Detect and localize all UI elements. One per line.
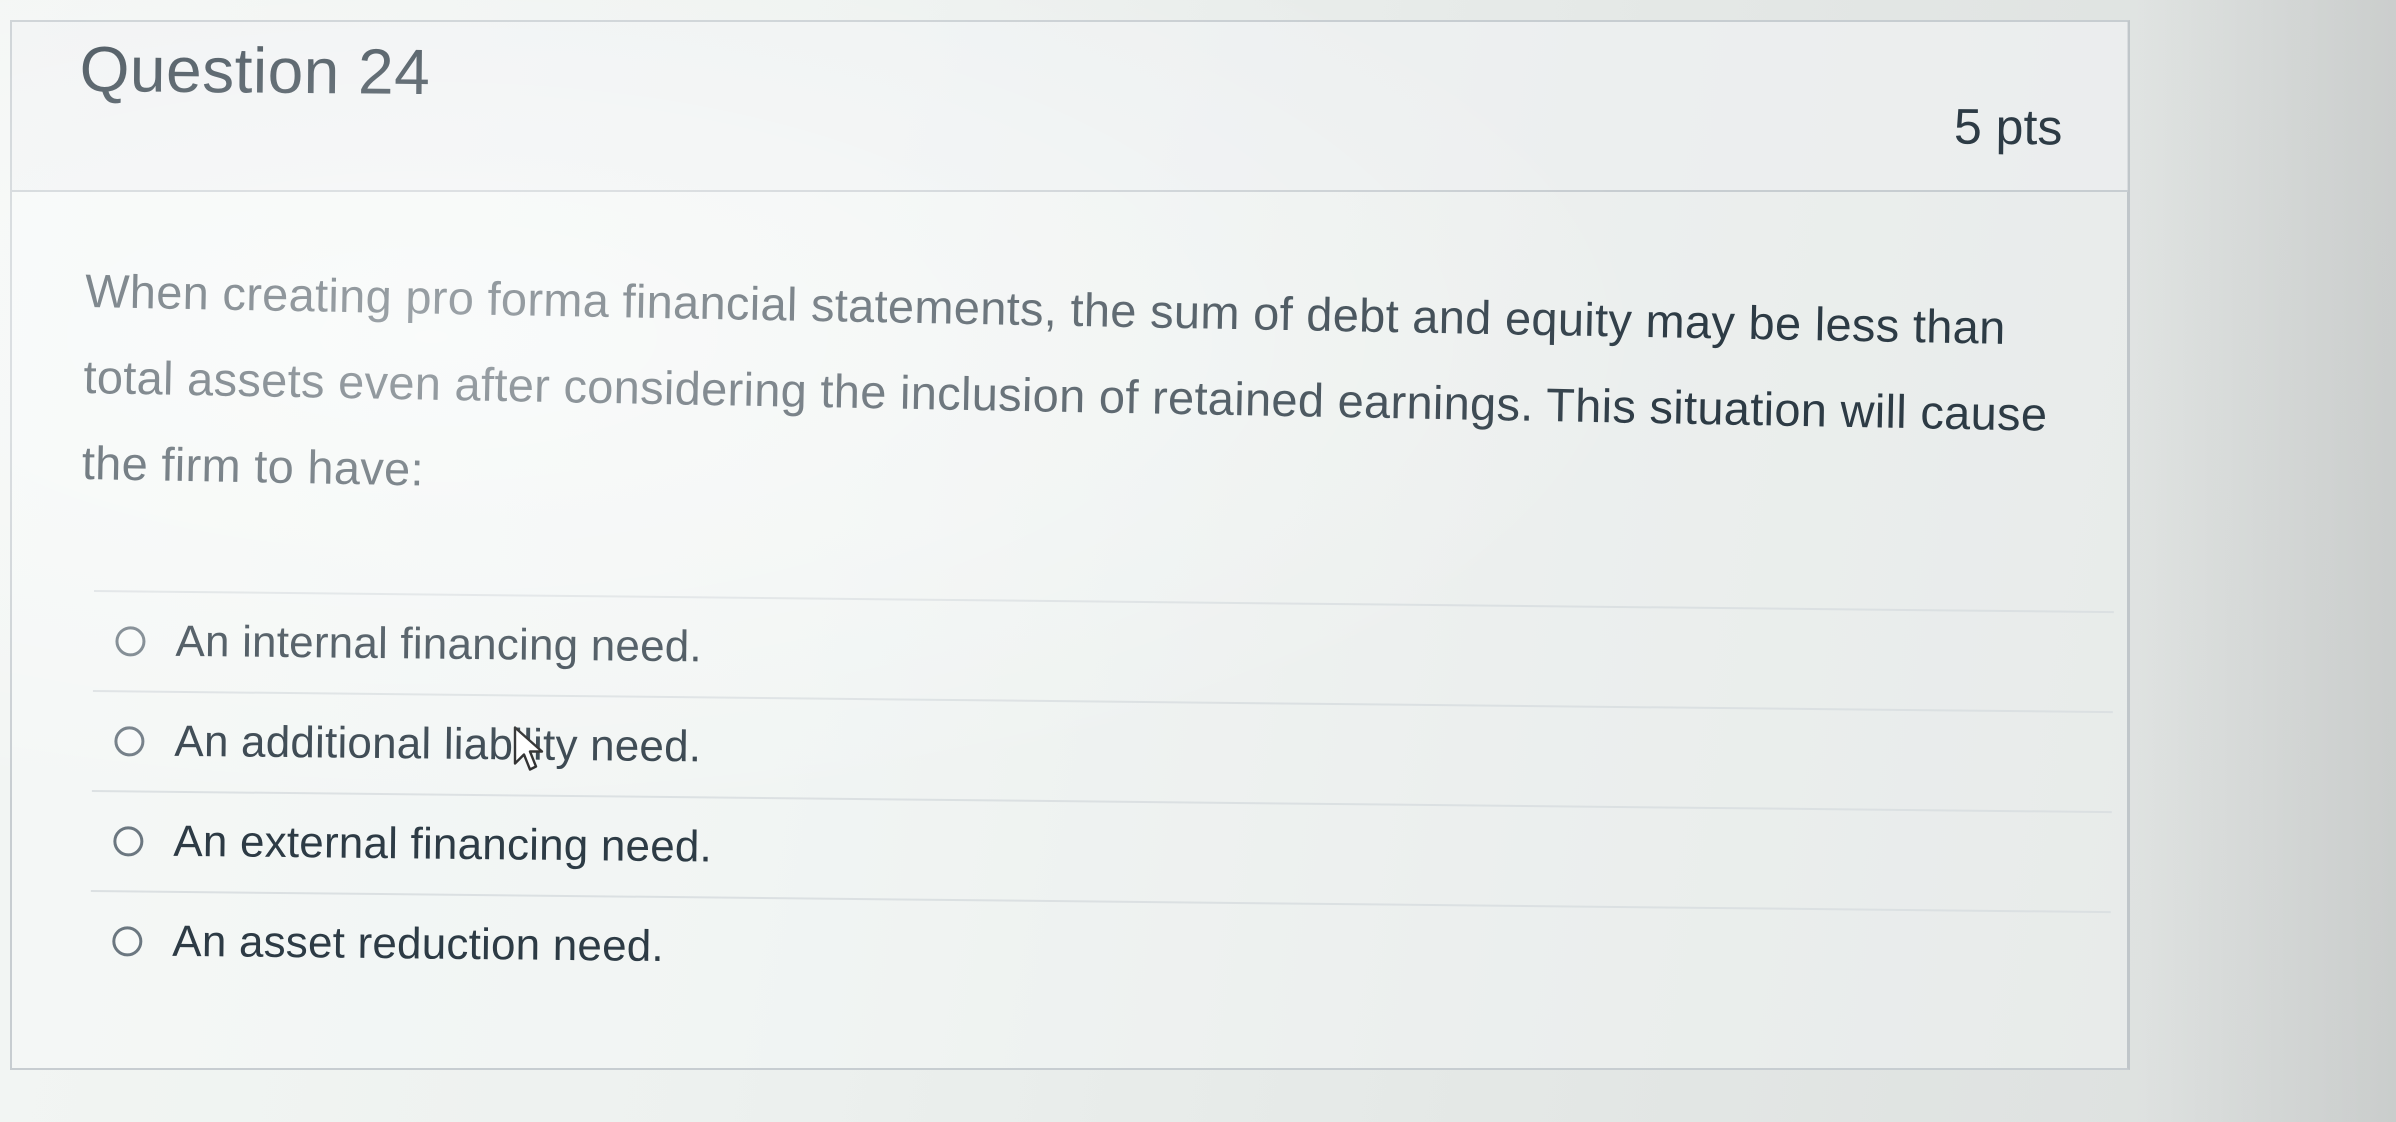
answer-list: An internal financing need. An additiona… [89, 590, 2114, 1012]
answer-label[interactable]: An external financing need. [173, 817, 712, 873]
radio-button-icon[interactable] [114, 726, 145, 757]
question-header: Question 24 5 pts [12, 22, 2128, 192]
photo-of-screen: Question 24 5 pts When creating pro form… [0, 0, 2396, 1122]
radio-button-icon[interactable] [115, 626, 146, 657]
mouse-pointer-icon [513, 726, 544, 771]
answer-label[interactable]: An internal financing need. [175, 617, 702, 673]
question-points: 5 pts [1953, 98, 2063, 156]
question-title: Question 24 [79, 32, 431, 109]
radio-button-icon[interactable] [113, 826, 144, 857]
answer-option-4[interactable]: An asset reduction need. [89, 889, 2111, 1012]
radio-button-icon[interactable] [112, 926, 143, 957]
question-card: Question 24 5 pts When creating pro form… [10, 20, 2130, 1070]
question-text: When creating pro forma financial statem… [81, 263, 2048, 496]
answer-label[interactable]: An asset reduction need. [172, 917, 664, 972]
answer-label[interactable]: An additional liability need. [174, 717, 701, 773]
screen-edge-shadow [2136, 0, 2396, 1122]
